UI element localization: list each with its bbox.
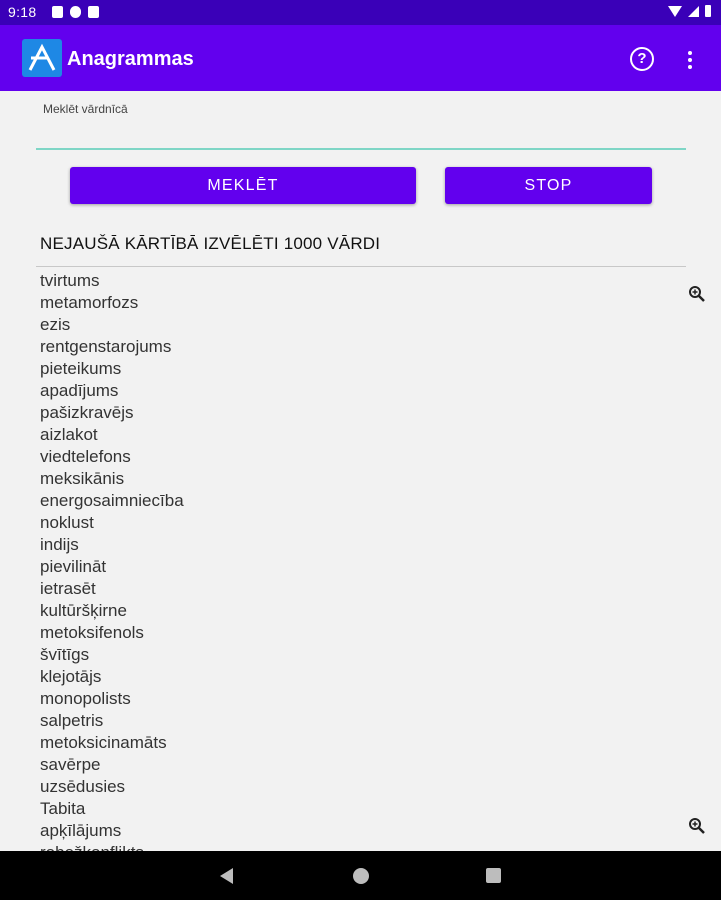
word-list[interactable]: tvirtums metamorfozs ezis rentgenstaroju…: [40, 270, 640, 851]
word-item[interactable]: klejotājs: [40, 666, 640, 688]
list-heading: NEJAUŠĀ KĀRTĪBĀ IZVĒLĒTI 1000 VĀRDI: [40, 234, 381, 253]
word-item[interactable]: viedtelefons: [40, 446, 640, 468]
word-item[interactable]: ietrasēt: [40, 578, 640, 600]
search-input[interactable]: [36, 120, 686, 150]
word-item[interactable]: kultūršķirne: [40, 600, 640, 622]
word-item[interactable]: metoksifenols: [40, 622, 640, 644]
search-label: Meklēt vārdnīcā: [43, 102, 128, 116]
word-item[interactable]: Tabita: [40, 798, 640, 820]
word-item[interactable]: švītīgs: [40, 644, 640, 666]
status-time: 9:18: [8, 4, 37, 20]
word-item[interactable]: uzsēdusies: [40, 776, 640, 798]
notification-icons: [52, 6, 99, 18]
word-item[interactable]: savērpe: [40, 754, 640, 776]
word-item[interactable]: pašizkravējs: [40, 402, 640, 424]
app-bar: Anagrammas ?: [0, 25, 721, 91]
word-item[interactable]: monopolists: [40, 688, 640, 710]
word-item[interactable]: pievilināt: [40, 556, 640, 578]
word-item[interactable]: metamorfozs: [40, 292, 640, 314]
notification-icon: [52, 6, 63, 18]
word-item[interactable]: tvirtums: [40, 270, 640, 292]
word-item[interactable]: pieteikums: [40, 358, 640, 380]
zoom-in-icon[interactable]: [688, 817, 706, 835]
word-item[interactable]: noklust: [40, 512, 640, 534]
signal-icon: [688, 5, 699, 17]
word-item[interactable]: meksikānis: [40, 468, 640, 490]
app-title: Anagrammas: [67, 48, 194, 70]
help-icon[interactable]: ?: [630, 47, 654, 71]
status-bar: 9:18: [0, 0, 721, 25]
zoom-in-icon[interactable]: [688, 285, 706, 303]
wifi-icon: [668, 5, 682, 17]
divider: [36, 266, 686, 267]
word-item[interactable]: aizlakot: [40, 424, 640, 446]
app-logo-icon: [22, 39, 62, 77]
back-icon[interactable]: [220, 868, 233, 884]
word-item[interactable]: apadījums: [40, 380, 640, 402]
system-icons: [668, 5, 711, 17]
search-button[interactable]: MEKLĒT: [70, 167, 416, 204]
word-item[interactable]: salpetris: [40, 710, 640, 732]
navigation-bar: [0, 851, 721, 900]
word-item[interactable]: metoksicinamāts: [40, 732, 640, 754]
word-item[interactable]: rentgenstarojums: [40, 336, 640, 358]
sd-card-icon: [88, 6, 99, 18]
word-item[interactable]: indijs: [40, 534, 640, 556]
home-icon[interactable]: [353, 868, 369, 884]
battery-icon: [705, 5, 711, 17]
more-vert-icon[interactable]: [688, 51, 692, 72]
word-item[interactable]: robežkonflikts: [40, 842, 640, 851]
word-item[interactable]: energosaimniecība: [40, 490, 640, 512]
word-item[interactable]: apķīlājums: [40, 820, 640, 842]
stop-button[interactable]: STOP: [445, 167, 652, 204]
notification-icon: [70, 6, 81, 18]
recent-apps-icon[interactable]: [486, 868, 501, 883]
word-item[interactable]: ezis: [40, 314, 640, 336]
